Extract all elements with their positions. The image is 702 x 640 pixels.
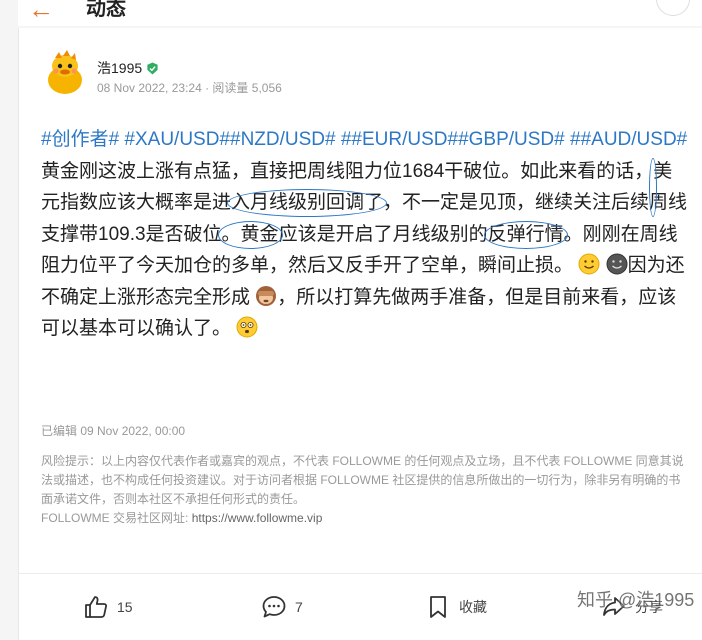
annotated-phrase: 。黄金 (221, 223, 279, 245)
post-card: 浩1995 08 Nov 2022, 23:24 · 阅读量 5,056 #创作… (18, 28, 702, 640)
disclaimer-text: 风险提示：以上内容仅代表作者或嘉宾的观点，不代表 FOLLOWME 的任何观点及… (41, 454, 684, 506)
comment-count: 7 (295, 599, 303, 615)
dizzy-face-emoji-icon (236, 316, 258, 338)
post-meta: 08 Nov 2022, 23:24 · 阅读量 5,056 (97, 81, 282, 95)
page-title: 动态 (86, 0, 126, 20)
arrow-left-icon[interactable]: ← (28, 0, 54, 22)
like-button[interactable]: 15 (83, 594, 133, 620)
views-count: 5,056 (251, 81, 282, 95)
edited-timestamp: 已编辑 09 Nov 2022, 00:00 (41, 424, 186, 438)
site-link[interactable]: https://www.followme.vip (192, 511, 323, 525)
smile-emoji-icon (578, 253, 600, 275)
like-count: 15 (117, 599, 133, 615)
bookmark-icon (430, 596, 446, 618)
site-label: FOLLOWME 交易社区网址: (41, 511, 192, 525)
post-content: #创作者# #XAU/USD##NZD/USD# ##EUR/USD##GBP/… (41, 129, 688, 339)
favorite-label: 收藏 (459, 599, 487, 615)
views-label: 阅读量 (212, 81, 249, 95)
annotated-phrase: 反弹行情 (487, 223, 564, 245)
dark-smile-emoji-icon (606, 253, 628, 275)
post-date: 08 Nov 2022, 23:24 (97, 81, 202, 95)
verified-badge-icon (147, 61, 158, 75)
thumbs-up-icon (85, 596, 107, 618)
ellipsis-icon: ⋯ (665, 0, 681, 6)
hashtag-line[interactable]: #创作者# #XAU/USD##NZD/USD# ##EUR/USD##GBP/… (41, 129, 565, 150)
see-no-evil-monkey-icon (256, 285, 277, 306)
author-row: 浩1995 (97, 58, 159, 78)
hashtag-aud[interactable]: ##AUD/USD# (570, 129, 687, 150)
watermark: 知乎 @浩1995 (577, 590, 695, 610)
annotated-phrase: 入月线级别回调了 (231, 192, 384, 213)
comment-button[interactable]: 7 (261, 594, 303, 620)
favorite-button[interactable]: 收藏 (425, 594, 487, 620)
risk-disclaimer: 风险提示：以上内容仅代表作者或嘉宾的观点，不代表 FOLLOWME 的任何观点及… (41, 452, 689, 528)
author-name[interactable]: 浩1995 (97, 58, 142, 78)
avatar[interactable] (41, 50, 89, 98)
comment-bubble-icon (262, 596, 286, 618)
